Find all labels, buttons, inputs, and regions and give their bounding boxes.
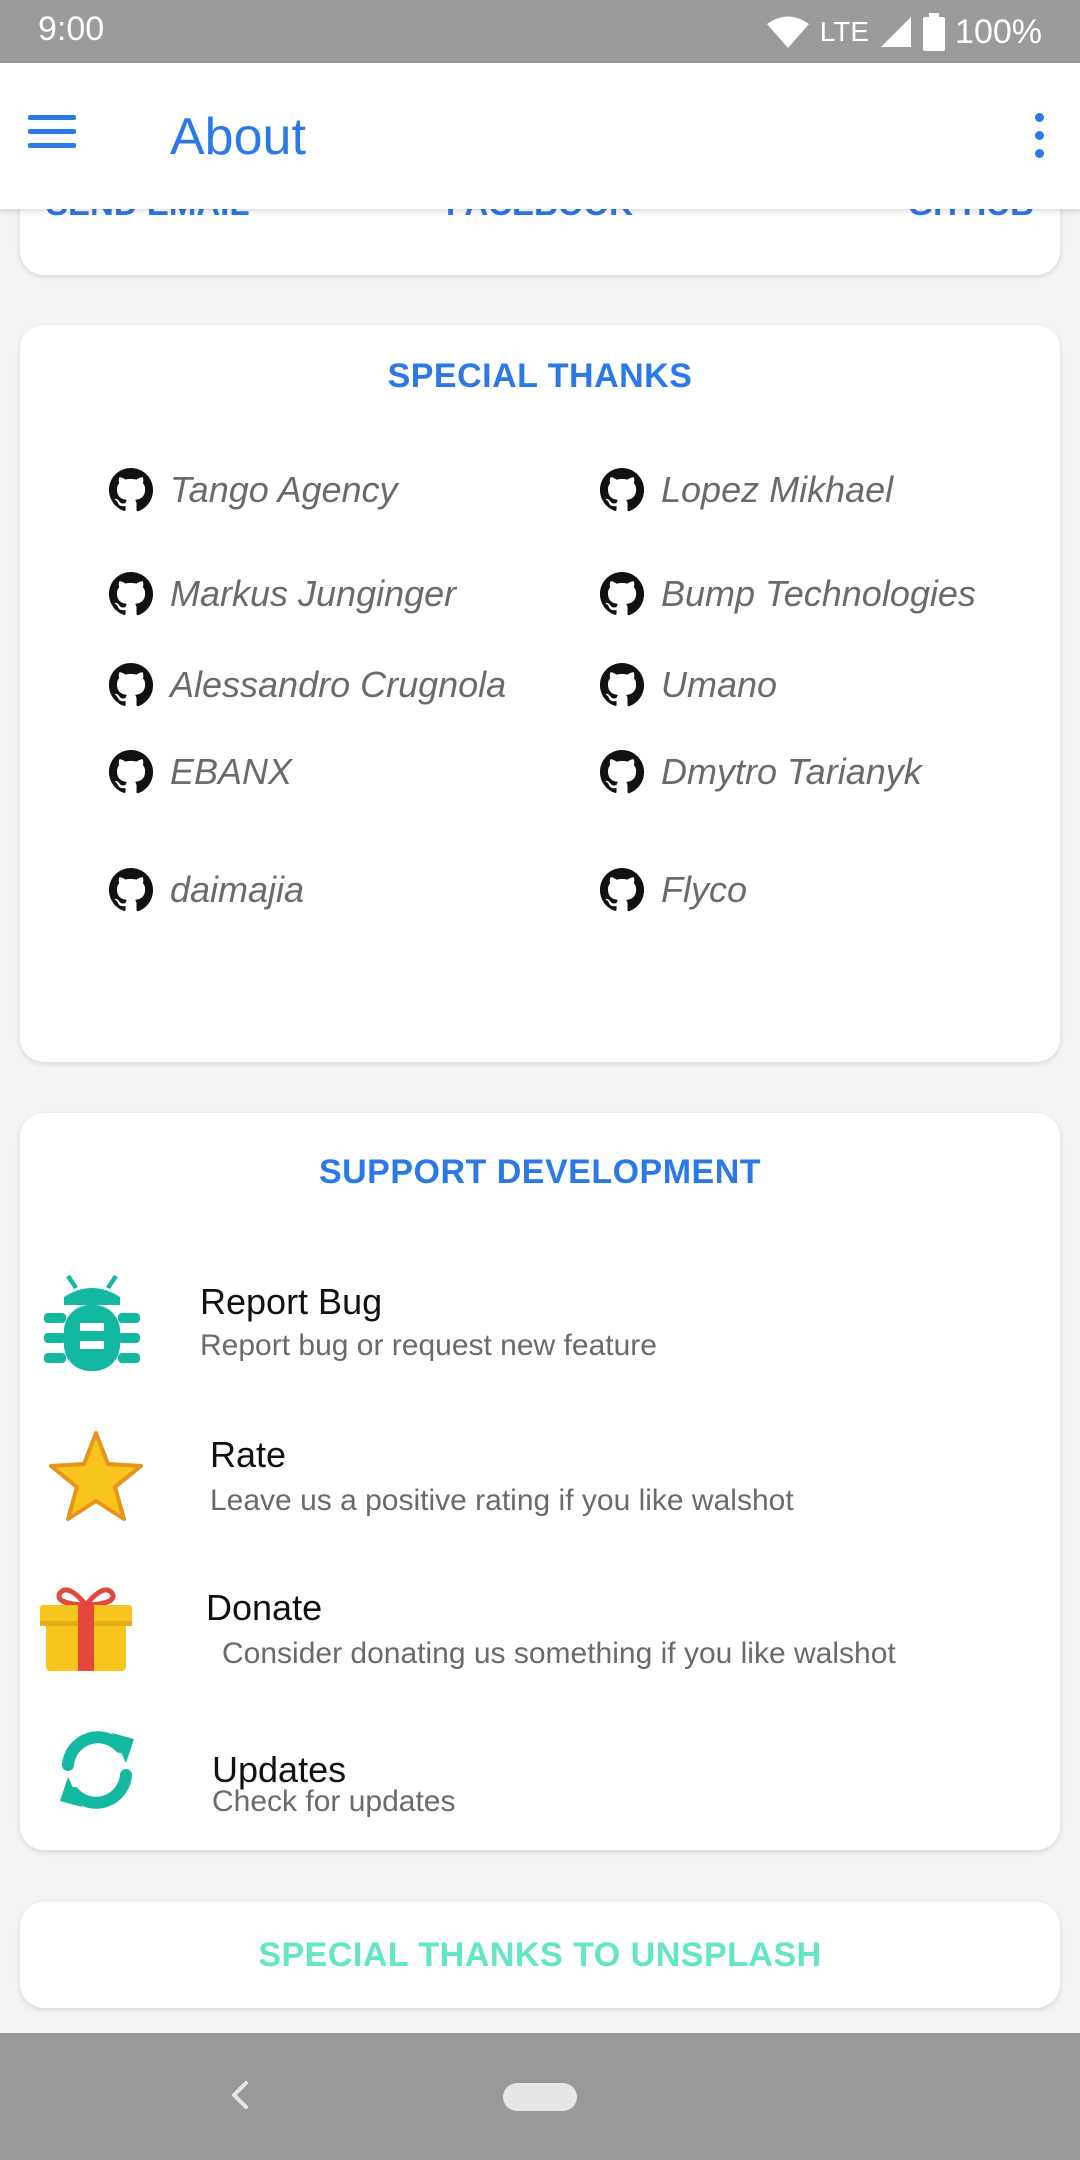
thanks-item[interactable]: Dmytro Tarianyk <box>599 749 922 795</box>
network-type: LTE <box>819 16 870 47</box>
cell-signal-icon <box>881 17 912 47</box>
github-icon <box>108 662 154 707</box>
github-icon <box>108 867 154 912</box>
donate-title: Donate <box>206 1587 323 1628</box>
page-title: About <box>170 108 306 166</box>
thanks-name: Dmytro Tarianyk <box>661 751 922 792</box>
rate-title: Rate <box>210 1434 287 1475</box>
battery-percent: 100% <box>955 12 1042 51</box>
rate-item[interactable]: Rate Leave us a positive rating if you l… <box>20 1418 1060 1558</box>
github-icon <box>599 867 645 912</box>
thanks-item[interactable]: EBANX <box>108 749 292 795</box>
thanks-item[interactable]: Markus Junginger <box>108 571 456 617</box>
github-icon <box>599 662 645 707</box>
thanks-name: daimajia <box>170 869 305 910</box>
thanks-item[interactable]: Flyco <box>599 867 747 913</box>
report-bug-item[interactable]: Report Bug Report bug or request new fea… <box>20 1263 1060 1403</box>
status-bar: 9:00 LTE 100% <box>0 0 1080 63</box>
special-thanks-title: SPECIAL THANKS <box>387 357 693 395</box>
github-icon <box>599 749 645 794</box>
thanks-name: Alessandro Crugnola <box>170 664 507 705</box>
thanks-item[interactable]: Umano <box>599 662 777 708</box>
system-nav-bar <box>0 2033 1080 2160</box>
app-bar: About <box>0 63 1080 209</box>
thanks-name: Markus Junginger <box>170 573 457 614</box>
refresh-icon <box>60 1731 134 1809</box>
thanks-item[interactable]: daimajia <box>108 867 304 913</box>
support-card: SUPPORT DEVELOPMENT Report Bug Report bu… <box>20 1113 1060 1850</box>
star-icon <box>49 1431 143 1521</box>
thanks-name: Flyco <box>661 869 748 910</box>
more-vert-icon[interactable] <box>1030 113 1046 159</box>
thanks-name: Bump Technologies <box>661 573 976 614</box>
github-icon <box>108 467 154 512</box>
github-icon <box>108 571 154 616</box>
github-icon <box>599 467 645 512</box>
wifi-icon <box>766 16 809 48</box>
unsplash-card[interactable]: SPECIAL THANKS TO UNSPLASH <box>20 1902 1060 2008</box>
report-bug-subtitle: Report bug or request new feature <box>200 1329 657 1362</box>
report-bug-title: Report Bug <box>200 1281 383 1322</box>
updates-subtitle: Check for updates <box>212 1785 456 1818</box>
donate-subtitle: Consider donating us something if you li… <box>222 1637 896 1670</box>
back-icon[interactable] <box>220 2075 260 2115</box>
bug-icon <box>44 1275 140 1371</box>
thanks-name: Tango Agency <box>170 469 398 510</box>
thanks-name: Umano <box>661 664 778 705</box>
updates-item[interactable]: Updates Check for updates <box>20 1713 1060 1853</box>
support-title: SUPPORT DEVELOPMENT <box>318 1153 762 1191</box>
status-icons: LTE 100% <box>766 10 1042 54</box>
thanks-item[interactable]: Bump Technologies <box>599 571 976 617</box>
gift-icon <box>40 1587 132 1671</box>
thanks-item[interactable]: Tango Agency <box>108 467 398 513</box>
status-time: 9:00 <box>38 10 105 48</box>
special-thanks-card: SPECIAL THANKS Tango Agency Lopez Mikhae… <box>20 325 1060 1062</box>
github-icon <box>108 749 154 794</box>
thanks-name: EBANX <box>170 751 293 792</box>
thanks-name: Lopez Mikhael <box>661 469 894 510</box>
menu-icon[interactable] <box>28 115 78 155</box>
unsplash-button[interactable]: SPECIAL THANKS TO UNSPLASH <box>20 1936 1060 1975</box>
home-pill[interactable] <box>503 2083 577 2111</box>
donate-item[interactable]: Donate Consider donating us something if… <box>20 1573 1060 1713</box>
thanks-item[interactable]: Lopez Mikhael <box>599 467 893 513</box>
rate-subtitle: Leave us a positive rating if you like w… <box>210 1484 794 1517</box>
github-icon <box>599 571 645 616</box>
battery-icon <box>923 13 946 51</box>
thanks-item[interactable]: Alessandro Crugnola <box>108 662 506 708</box>
